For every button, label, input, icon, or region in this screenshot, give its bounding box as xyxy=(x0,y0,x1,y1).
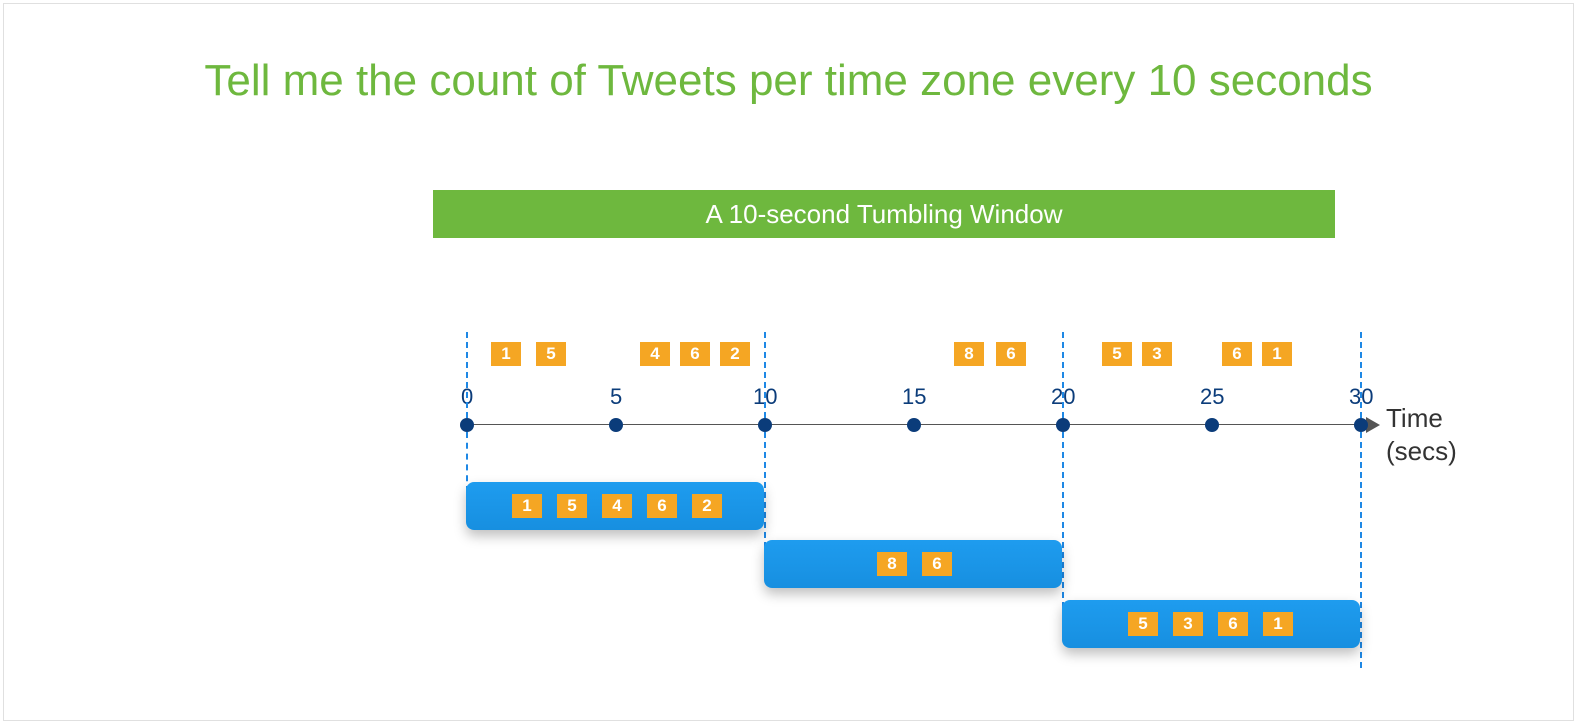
dash-bot-30 xyxy=(1360,432,1362,668)
tick-label-5: 5 xyxy=(610,384,622,410)
diagram-title: Tell me the count of Tweets per time zon… xyxy=(4,56,1573,106)
tick-dot-10 xyxy=(758,418,772,432)
diagram-canvas: Tell me the count of Tweets per time zon… xyxy=(3,3,1574,721)
window-chip: 3 xyxy=(1173,612,1203,636)
dash-bot-0 xyxy=(466,432,468,492)
event-chip: 1 xyxy=(1262,342,1292,366)
event-chip: 6 xyxy=(996,342,1026,366)
dash-top-10 xyxy=(764,332,766,418)
dash-bot-20 xyxy=(1062,432,1064,608)
tick-dot-0 xyxy=(460,418,474,432)
tick-dot-5 xyxy=(609,418,623,432)
event-chip: 5 xyxy=(536,342,566,366)
window-box-2: 8 6 xyxy=(764,540,1062,588)
event-chip: 6 xyxy=(1222,342,1252,366)
window-chip: 6 xyxy=(922,552,952,576)
tick-dot-30 xyxy=(1354,418,1368,432)
window-chip: 6 xyxy=(647,494,677,518)
tick-dot-25 xyxy=(1205,418,1219,432)
dash-top-0 xyxy=(466,332,468,418)
event-chip: 3 xyxy=(1142,342,1172,366)
tick-label-25: 25 xyxy=(1200,384,1224,410)
window-box-3: 5 3 6 1 xyxy=(1062,600,1360,648)
window-chip: 5 xyxy=(1128,612,1158,636)
dash-bot-10 xyxy=(764,432,766,548)
tick-dot-15 xyxy=(907,418,921,432)
dash-top-30 xyxy=(1360,332,1362,418)
event-chip: 8 xyxy=(954,342,984,366)
subtitle-bar: A 10-second Tumbling Window xyxy=(433,190,1335,238)
window-chip: 1 xyxy=(512,494,542,518)
tick-label-15: 15 xyxy=(902,384,926,410)
event-chip: 1 xyxy=(491,342,521,366)
tick-dot-20 xyxy=(1056,418,1070,432)
window-chip: 6 xyxy=(1218,612,1248,636)
axis-title-line1: Time xyxy=(1386,403,1443,433)
window-chip: 5 xyxy=(557,494,587,518)
axis-arrow-icon xyxy=(1366,417,1380,433)
window-chip: 2 xyxy=(692,494,722,518)
event-chip: 5 xyxy=(1102,342,1132,366)
window-chip: 4 xyxy=(602,494,632,518)
window-chip: 8 xyxy=(877,552,907,576)
window-chip: 1 xyxy=(1263,612,1293,636)
event-chip: 2 xyxy=(720,342,750,366)
event-chip: 6 xyxy=(680,342,710,366)
dash-top-20 xyxy=(1062,332,1064,418)
event-chip: 4 xyxy=(640,342,670,366)
window-box-1: 1 5 4 6 2 xyxy=(466,482,764,530)
axis-title-line2: (secs) xyxy=(1386,436,1457,466)
axis-title: Time (secs) xyxy=(1386,402,1506,467)
